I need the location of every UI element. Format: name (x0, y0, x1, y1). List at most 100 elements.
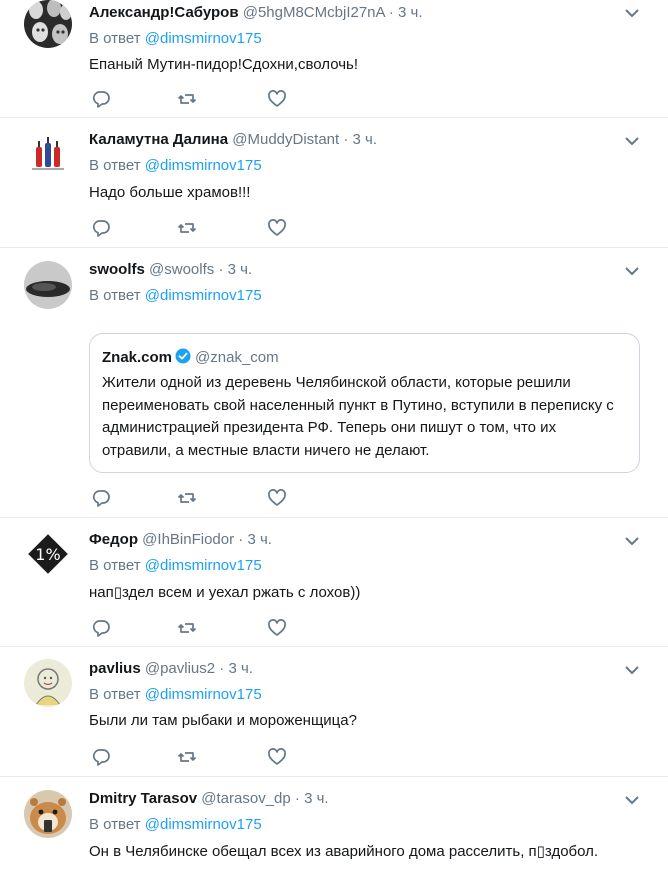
tweet-header: swoolfs @swoolfs · 3 ч. (89, 260, 252, 280)
like-button[interactable] (267, 89, 287, 109)
author-name[interactable]: swoolfs (89, 261, 145, 278)
avatar[interactable]: 1% (24, 530, 72, 578)
author-handle[interactable]: @tarasov_dp (201, 790, 290, 807)
reply-target-link[interactable]: @dimsmirnov175 (145, 287, 262, 304)
reply-target-link[interactable]: @dimsmirnov175 (145, 557, 262, 574)
reply-button[interactable] (91, 89, 111, 109)
tweet-text: Епаный Мутин-пидор!Сдохни,сволочь! (89, 56, 359, 73)
retweet-icon (177, 623, 197, 633)
timestamp[interactable]: 3 ч. (228, 660, 253, 677)
avatar[interactable] (24, 0, 72, 48)
reply-target-link[interactable]: @dimsmirnov175 (145, 157, 262, 174)
reply-icon (92, 749, 110, 766)
reply-context: В ответ @dimsmirnov175 (89, 685, 262, 705)
reply-button[interactable] (91, 488, 111, 508)
retweet-button[interactable] (177, 218, 197, 238)
tweet[interactable]: Каламутна Далина @MuddyDistant · 3 ч. В … (0, 118, 668, 248)
tweet-text: Надо больше храмов!!! (89, 184, 251, 201)
retweet-icon (177, 94, 197, 104)
retweet-button[interactable] (177, 618, 197, 638)
reply-context: В ответ @dimsmirnov175 (89, 286, 262, 306)
avatar[interactable] (24, 261, 72, 309)
tweet-header: pavlius @pavlius2 · 3 ч. (89, 659, 253, 679)
avatar[interactable] (24, 790, 72, 838)
like-button[interactable] (267, 618, 287, 638)
reply-icon (92, 220, 110, 237)
timestamp[interactable]: 3 ч. (353, 131, 378, 148)
reply-icon (92, 91, 110, 108)
like-icon (268, 619, 286, 636)
tweet-header: Александр!Сабуров @5hgM8CMcbjI27nA · 3 ч… (89, 3, 423, 23)
reply-icon (92, 620, 110, 637)
quoted-tweet[interactable]: Znak.com @znak_com Жители одной из дереве… (89, 333, 640, 473)
author-handle[interactable]: @5hgM8CMcbjI27nA (243, 4, 385, 21)
separator-dot: · (343, 131, 349, 148)
reply-target-link[interactable]: @dimsmirnov175 (145, 686, 262, 703)
tweet-header: Федор @IhBinFiodor · 3 ч. (89, 530, 272, 550)
chevron-down-icon[interactable] (624, 266, 640, 276)
reply-label: В ответ (89, 30, 141, 47)
quoted-author-name[interactable]: Znak.com (102, 349, 172, 366)
timestamp[interactable]: 3 ч. (398, 4, 423, 21)
like-button[interactable] (267, 747, 287, 767)
chevron-down-icon[interactable] (624, 8, 640, 18)
avatar[interactable] (24, 129, 72, 177)
reply-context: В ответ @dimsmirnov175 (89, 29, 262, 49)
tweet-text: Были ли там рыбаки и мороженщица? (89, 712, 357, 729)
timestamp[interactable]: 3 ч. (228, 261, 253, 278)
like-icon (268, 219, 286, 236)
reply-context: В ответ @dimsmirnov175 (89, 815, 262, 835)
author-name[interactable]: Федор (89, 531, 138, 548)
reply-context: В ответ @dimsmirnov175 (89, 556, 262, 576)
retweet-icon (177, 223, 197, 233)
author-handle[interactable]: @pavlius2 (145, 660, 215, 677)
separator-dot: · (294, 790, 300, 807)
reply-label: В ответ (89, 557, 141, 574)
reply-label: В ответ (89, 816, 141, 833)
reply-label: В ответ (89, 686, 141, 703)
retweet-button[interactable] (177, 89, 197, 109)
tweet[interactable]: 1% Федор @IhBinFiodor · 3 ч. В ответ @di… (0, 518, 668, 647)
author-handle[interactable]: @swoolfs (149, 261, 214, 278)
like-icon (268, 748, 286, 765)
quoted-tweet-header: Znak.com @znak_com (102, 348, 279, 368)
chevron-down-icon[interactable] (624, 665, 640, 675)
author-name[interactable]: Александр!Сабуров (89, 4, 239, 21)
reply-button[interactable] (91, 747, 111, 767)
tweet[interactable]: Dmitry Tarasov @tarasov_dp · 3 ч. В отве… (0, 777, 668, 871)
separator-dot: · (219, 660, 225, 677)
reply-button[interactable] (91, 218, 111, 238)
reply-label: В ответ (89, 287, 141, 304)
like-icon (268, 489, 286, 506)
author-name[interactable]: Dmitry Tarasov (89, 790, 197, 807)
quoted-author-handle[interactable]: @znak_com (195, 349, 279, 366)
reply-target-link[interactable]: @dimsmirnov175 (145, 816, 262, 833)
retweet-button[interactable] (177, 747, 197, 767)
author-handle[interactable]: @MuddyDistant (232, 131, 339, 148)
tweet-text: нап▯здел всем и уехал ржать с лохов)) (89, 584, 361, 601)
author-name[interactable]: Каламутна Далина (89, 131, 228, 148)
timestamp[interactable]: 3 ч. (247, 531, 272, 548)
quoted-tweet-text: Жители одной из деревень Челябинской обл… (102, 374, 614, 459)
chevron-down-icon[interactable] (624, 136, 640, 146)
svg-text:1%: 1% (35, 545, 60, 564)
timestamp[interactable]: 3 ч. (304, 790, 329, 807)
tweet[interactable]: Александр!Сабуров @5hgM8CMcbjI27nA · 3 ч… (0, 0, 668, 118)
tweet[interactable]: pavlius @pavlius2 · 3 ч. В ответ @dimsmi… (0, 647, 668, 777)
verified-badge-icon (175, 348, 191, 364)
like-button[interactable] (267, 218, 287, 238)
like-button[interactable] (267, 488, 287, 508)
chevron-down-icon[interactable] (624, 536, 640, 546)
retweet-button[interactable] (177, 488, 197, 508)
reply-button[interactable] (91, 618, 111, 638)
tweet[interactable]: swoolfs @swoolfs · 3 ч. В ответ @dimsmir… (0, 248, 668, 518)
reply-context: В ответ @dimsmirnov175 (89, 156, 262, 176)
retweet-icon (177, 752, 197, 762)
author-name[interactable]: pavlius (89, 660, 141, 677)
avatar[interactable] (24, 659, 72, 707)
separator-dot: · (238, 531, 244, 548)
chevron-down-icon[interactable] (624, 795, 640, 805)
reply-label: В ответ (89, 157, 141, 174)
reply-target-link[interactable]: @dimsmirnov175 (145, 30, 262, 47)
author-handle[interactable]: @IhBinFiodor (142, 531, 234, 548)
